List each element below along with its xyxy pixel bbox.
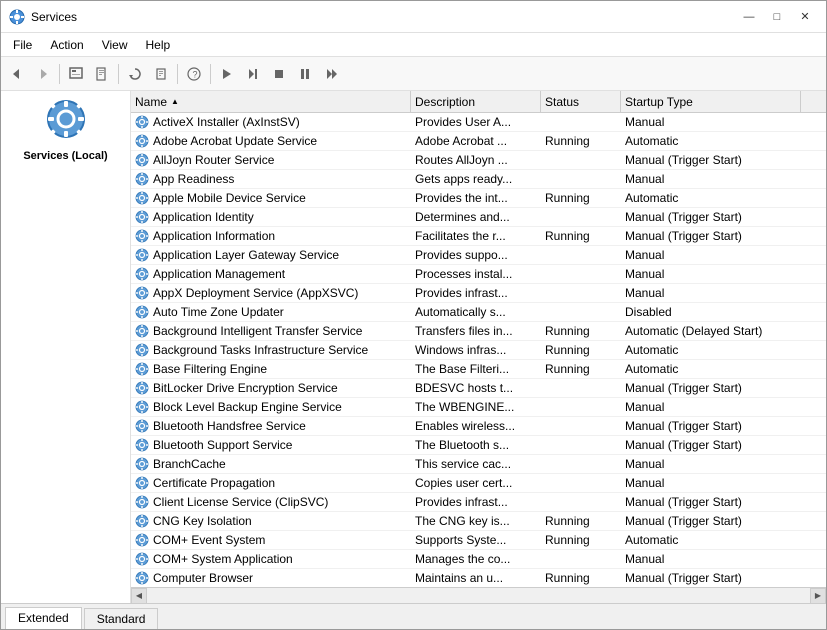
service-row[interactable]: Background Tasks Infrastructure Service … (131, 341, 826, 360)
col-header-name[interactable]: Name ▲ (131, 91, 411, 112)
svg-text:?: ? (193, 69, 198, 79)
resume-service-button[interactable] (241, 62, 265, 86)
service-row[interactable]: Adobe Acrobat Update Service Adobe Acrob… (131, 132, 826, 151)
separator-4 (210, 64, 211, 84)
service-row[interactable]: Application Information Facilitates the … (131, 227, 826, 246)
service-row[interactable]: Application Layer Gateway Service Provid… (131, 246, 826, 265)
menu-view[interactable]: View (94, 36, 136, 54)
menu-file[interactable]: File (5, 36, 40, 54)
stop-service-button[interactable] (267, 62, 291, 86)
menu-help[interactable]: Help (138, 36, 179, 54)
service-row[interactable]: Background Intelligent Transfer Service … (131, 322, 826, 341)
left-panel: Services (Local) (1, 91, 131, 603)
main-content: Services (Local) Name ▲ Description Stat… (1, 91, 826, 603)
service-row[interactable]: Certificate Propagation Copies user cert… (131, 474, 826, 493)
title-bar: Services — □ ✕ (1, 1, 826, 33)
service-row[interactable]: Auto Time Zone Updater Automatically s..… (131, 303, 826, 322)
service-row[interactable]: BranchCache This service cac... Manual (131, 455, 826, 474)
title-bar-left: Services (9, 9, 77, 25)
back-button[interactable] (5, 62, 29, 86)
title-bar-controls: — □ ✕ (736, 7, 818, 27)
services-window: Services — □ ✕ File Action View Help (0, 0, 827, 630)
service-row[interactable]: COM+ System Application Manages the co..… (131, 550, 826, 569)
service-row[interactable]: Apple Mobile Device Service Provides the… (131, 189, 826, 208)
tab-extended[interactable]: Extended (5, 607, 82, 629)
service-row[interactable]: Bluetooth Support Service The Bluetooth … (131, 436, 826, 455)
sort-arrow-name: ▲ (171, 97, 179, 106)
service-row[interactable]: Computer Browser Maintains an u... Runni… (131, 569, 826, 587)
properties-button[interactable] (149, 62, 173, 86)
menu-action[interactable]: Action (42, 36, 91, 54)
app-icon (9, 9, 25, 25)
close-button[interactable]: ✕ (792, 7, 818, 27)
window-title: Services (31, 10, 77, 24)
maximize-button[interactable]: □ (764, 7, 790, 27)
service-row[interactable]: Base Filtering Engine The Base Filteri..… (131, 360, 826, 379)
service-row[interactable]: AllJoyn Router Service Routes AllJoyn ..… (131, 151, 826, 170)
pause-service-button[interactable] (293, 62, 317, 86)
forward-button[interactable] (31, 62, 55, 86)
left-panel-label: Services (Local) (23, 150, 107, 162)
tab-standard[interactable]: Standard (84, 608, 159, 629)
service-row[interactable]: App Readiness Gets apps ready... Manual (131, 170, 826, 189)
menu-bar: File Action View Help (1, 33, 826, 57)
bottom-tabs: Extended Standard (1, 603, 826, 629)
separator-1 (59, 64, 60, 84)
col-header-status[interactable]: Status (541, 91, 621, 112)
col-header-description[interactable]: Description (411, 91, 541, 112)
service-row[interactable]: Client License Service (ClipSVC) Provide… (131, 493, 826, 512)
service-row[interactable]: CNG Key Isolation The CNG key is... Runn… (131, 512, 826, 531)
scroll-left-arrow[interactable]: ◀ (131, 588, 147, 604)
restart-service-button[interactable] (319, 62, 343, 86)
service-row[interactable]: Bluetooth Handsfree Service Enables wire… (131, 417, 826, 436)
col-header-startup[interactable]: Startup Type (621, 91, 801, 112)
service-row[interactable]: Block Level Backup Engine Service The WB… (131, 398, 826, 417)
show-console-button[interactable] (64, 62, 88, 86)
scroll-track[interactable] (147, 588, 810, 603)
scroll-right-arrow[interactable]: ▶ (810, 588, 826, 604)
service-row[interactable]: Application Management Processes instal.… (131, 265, 826, 284)
service-list-container: Name ▲ Description Status Startup Type (131, 91, 826, 603)
service-row[interactable]: ActiveX Installer (AxInstSV) Provides Us… (131, 113, 826, 132)
service-list-body[interactable]: ActiveX Installer (AxInstSV) Provides Us… (131, 113, 826, 587)
service-row[interactable]: Application Identity Determines and... M… (131, 208, 826, 227)
service-row[interactable]: COM+ Event System Supports Syste... Runn… (131, 531, 826, 550)
help-button[interactable]: ? (182, 62, 206, 86)
separator-2 (118, 64, 119, 84)
service-row[interactable]: AppX Deployment Service (AppXSVC) Provid… (131, 284, 826, 303)
start-service-button[interactable] (215, 62, 239, 86)
left-panel-icon (46, 99, 86, 146)
toolbar: ? (1, 57, 826, 91)
export-button[interactable] (90, 62, 114, 86)
minimize-button[interactable]: — (736, 7, 762, 27)
refresh-button[interactable] (123, 62, 147, 86)
service-row[interactable]: BitLocker Drive Encryption Service BDESV… (131, 379, 826, 398)
list-header: Name ▲ Description Status Startup Type (131, 91, 826, 113)
horizontal-scrollbar[interactable]: ◀ ▶ (131, 587, 826, 603)
separator-3 (177, 64, 178, 84)
